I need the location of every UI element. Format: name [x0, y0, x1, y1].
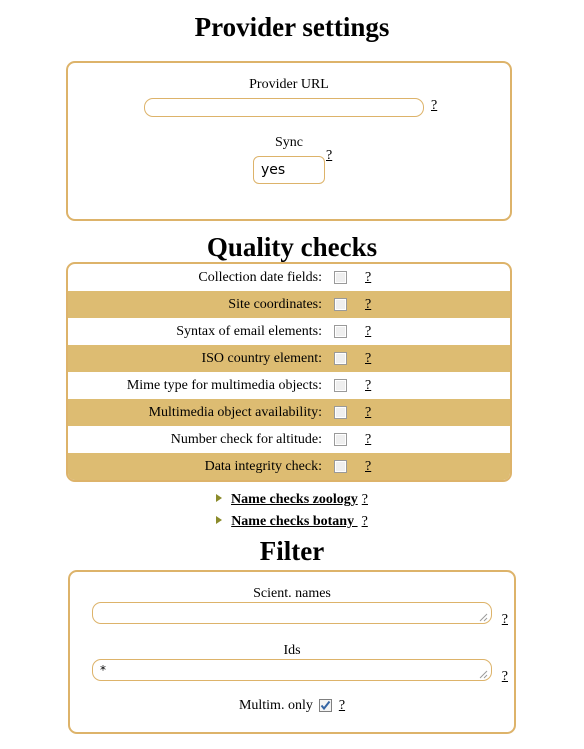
quality-check-help-link[interactable]: ?	[365, 405, 371, 421]
quality-check-label: Site coordinates:	[228, 296, 322, 312]
page-title-provider-settings: Provider settings	[194, 12, 390, 42]
scient-names-textarea[interactable]	[92, 602, 492, 624]
name-check-link[interactable]: Name checks zoology	[231, 492, 358, 507]
checkmark-icon	[320, 701, 331, 711]
provider-url-input[interactable]	[144, 98, 424, 117]
scient-names-label: Scient. names	[253, 586, 331, 601]
multimedia-only-checkbox[interactable]	[318, 699, 332, 713]
quality-check-help-link[interactable]: ?	[365, 378, 371, 394]
quality-check-checkbox[interactable]	[334, 352, 347, 365]
multimedia-only-help-link[interactable]: ?	[339, 698, 345, 713]
quality-check-label: Data integrity check:	[204, 458, 322, 474]
provider-url-help-link[interactable]: ?	[431, 98, 437, 114]
provider-settings-panel: Provider URL ? Sync yes ?	[66, 61, 512, 221]
quality-check-label: Multimedia object availability:	[148, 404, 322, 420]
quality-check-checkbox[interactable]	[334, 406, 347, 419]
multimedia-only-label: Multim. only	[238, 698, 313, 713]
provider-url-field-group: Provider URL ?	[68, 77, 510, 117]
quality-check-row: Collection date fields:?	[68, 264, 510, 291]
quality-check-help-link[interactable]: ?	[365, 432, 371, 448]
scient-names-input-wrap: ?	[92, 602, 508, 627]
quality-check-row: Mime type for multimedia objects:?	[68, 372, 510, 399]
name-check-item: Name checks botany ?	[0, 510, 584, 532]
quality-checks-panel: Collection date fields:? Site coordinates…	[66, 262, 512, 482]
ids-textarea[interactable]: *	[92, 659, 492, 681]
quality-check-label: Syntax of email elements:	[176, 323, 322, 339]
page-title-filter: Filter	[259, 536, 325, 566]
quality-check-label: Collection date fields:	[198, 269, 322, 285]
multimedia-only-field-group: Multim. only?	[70, 698, 514, 714]
name-check-item: Name checks zoology?	[0, 488, 584, 510]
name-check-help-link[interactable]: ?	[362, 492, 368, 507]
sync-select[interactable]: yes	[253, 156, 325, 184]
quality-check-row: ISO country element:?	[68, 345, 510, 372]
quality-check-row: Data integrity check:?	[68, 453, 510, 480]
ids-input-wrap: * ?	[92, 659, 508, 684]
quality-check-help-link[interactable]: ?	[365, 459, 371, 475]
quality-check-checkbox[interactable]	[334, 271, 347, 284]
sync-field-group: Sync yes ?	[68, 135, 510, 184]
quality-check-checkbox[interactable]	[334, 433, 347, 446]
name-check-help-link[interactable]: ?	[362, 514, 368, 529]
filter-panel: Scient. names ? Ids * ? Multim. only?	[68, 570, 516, 734]
quality-check-help-link[interactable]: ?	[365, 270, 371, 286]
name-check-link[interactable]: Name checks botany	[231, 514, 357, 529]
sync-label: Sync	[275, 135, 303, 150]
quality-check-label: ISO country element:	[201, 350, 322, 366]
quality-check-checkbox[interactable]	[334, 325, 347, 338]
quality-check-label: Number check for altitude:	[170, 431, 322, 447]
ids-help-link[interactable]: ?	[502, 669, 508, 685]
quality-check-checkbox[interactable]	[334, 298, 347, 311]
quality-check-checkbox[interactable]	[334, 379, 347, 392]
ids-field-group: Ids * ?	[70, 643, 514, 684]
provider-url-label: Provider URL	[249, 77, 329, 92]
quality-check-row: Number check for altitude:?	[68, 426, 510, 453]
triangle-bullet-icon	[216, 494, 222, 503]
quality-check-row: Syntax of email elements:?	[68, 318, 510, 345]
quality-check-checkbox[interactable]	[334, 460, 347, 473]
quality-check-label: Mime type for multimedia objects:	[126, 377, 322, 393]
quality-check-help-link[interactable]: ?	[365, 324, 371, 340]
quality-check-help-link[interactable]: ?	[365, 351, 371, 367]
quality-check-row: Multimedia object availability:?	[68, 399, 510, 426]
scient-names-field-group: Scient. names ?	[70, 586, 514, 627]
name-checks-list: Name checks zoology? Name checks botany ?	[0, 488, 584, 532]
ids-label: Ids	[283, 643, 301, 658]
quality-checks-list: Collection date fields:? Site coordinates…	[68, 264, 510, 480]
quality-check-row: Site coordinates:?	[68, 291, 510, 318]
page-title-quality-checks: Quality checks	[206, 232, 378, 262]
triangle-bullet-icon	[216, 516, 223, 525]
sync-help-link[interactable]: ?	[326, 148, 332, 164]
scient-names-help-link[interactable]: ?	[502, 612, 508, 628]
quality-check-help-link[interactable]: ?	[365, 297, 371, 313]
